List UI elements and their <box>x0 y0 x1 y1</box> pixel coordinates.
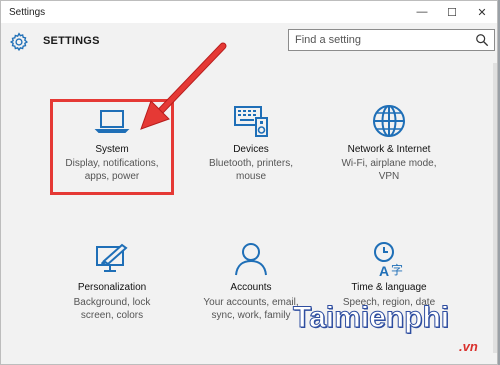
window-title: Settings <box>9 6 46 18</box>
svg-text:字: 字 <box>391 262 403 277</box>
desc-line: Bluetooth, printers, <box>209 158 293 169</box>
person-icon <box>235 243 267 276</box>
desc-line: mouse <box>235 171 266 182</box>
svg-text:A: A <box>379 263 389 279</box>
desc-line: Wi-Fi, airplane mode, <box>341 158 437 169</box>
search-icon[interactable] <box>475 33 489 47</box>
close-button[interactable]: ✕ <box>467 1 497 23</box>
tile-devices[interactable]: Devices Bluetooth, printers, mouse <box>181 99 321 199</box>
desc-line: Background, lock <box>73 297 151 308</box>
scrollbar[interactable] <box>493 63 497 353</box>
tile-description: Bluetooth, printers, mouse <box>181 157 321 183</box>
tile-label: Accounts <box>230 282 272 293</box>
tile-description: Background, lock screen, colors <box>42 296 182 322</box>
minimize-button[interactable]: — <box>407 1 437 23</box>
devices-icon <box>234 106 268 137</box>
maximize-button[interactable]: ☐ <box>437 1 467 23</box>
paint-icon <box>96 243 128 272</box>
globe-icon <box>373 105 405 137</box>
tile-description: Wi-Fi, airplane mode, VPN <box>319 157 459 183</box>
desc-line: screen, colors <box>80 310 144 321</box>
tile-label: Devices <box>233 144 269 155</box>
tile-network[interactable]: Network & Internet Wi-Fi, airplane mode,… <box>319 99 459 199</box>
page-title: SETTINGS <box>43 35 100 47</box>
watermark-suffix: .vn <box>459 339 478 354</box>
clock-language-icon: A 字 <box>374 242 403 279</box>
tile-label: Network & Internet <box>347 144 431 155</box>
highlight-box <box>50 99 174 195</box>
window-controls: — ☐ ✕ <box>407 1 497 23</box>
tile-label: Personalization <box>77 282 147 293</box>
gear-icon <box>9 32 29 52</box>
title-bar: Settings — ☐ ✕ <box>1 1 497 23</box>
search-input[interactable]: Find a setting <box>288 29 495 51</box>
tile-personalization[interactable]: Personalization Background, lock screen,… <box>42 239 182 339</box>
search-placeholder: Find a setting <box>295 34 362 46</box>
watermark-logo: Taimienphi <box>292 301 450 335</box>
tile-label: Time & language <box>351 282 427 293</box>
desc-line: VPN <box>378 171 400 182</box>
settings-window: Settings — ☐ ✕ SETTINGS Find a setting S… <box>0 0 498 365</box>
